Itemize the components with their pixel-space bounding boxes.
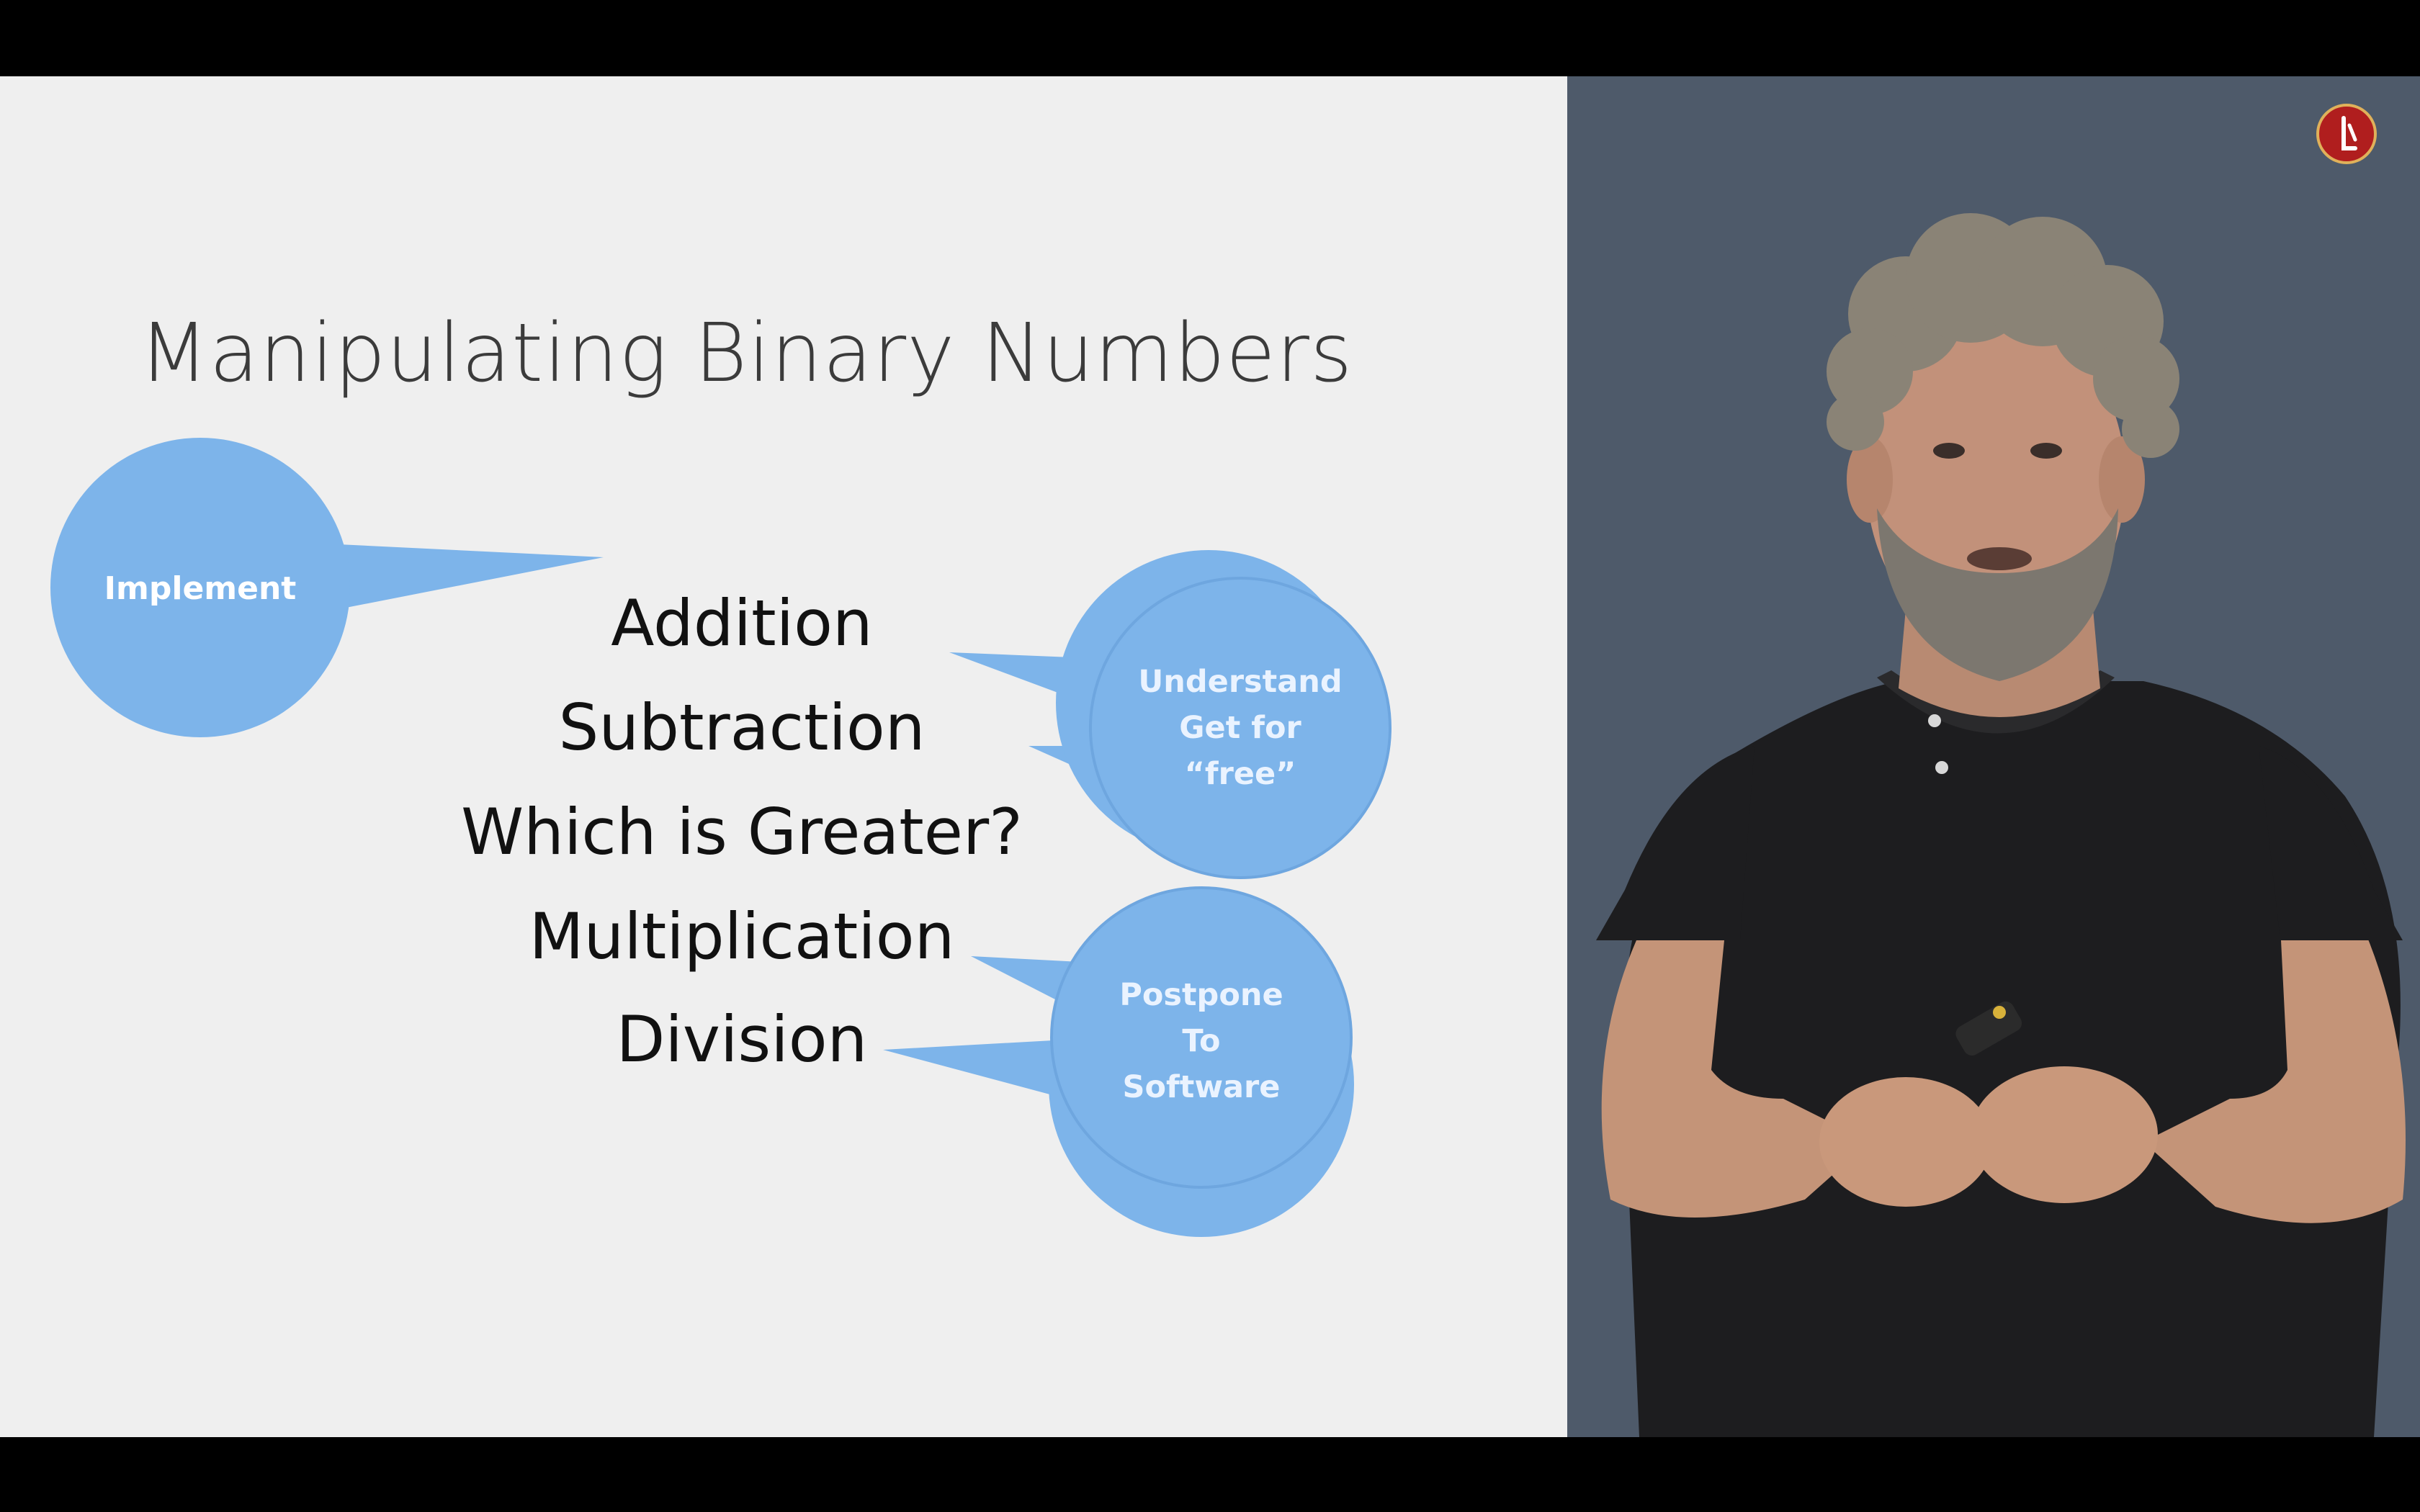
speaker-hand-left — [1819, 1077, 1992, 1207]
video-frame[interactable]: Manipulating Binary Numbers Implement Un… — [0, 76, 2420, 1437]
channel-logo-icon — [2316, 104, 2377, 164]
speaker-mouth — [1967, 547, 2032, 570]
letterbox-top — [0, 0, 2420, 76]
speaker-clicker-light — [1993, 1006, 2006, 1019]
slide-diagram: Implement Understand Get for “free” Post… — [50, 438, 1392, 1237]
postpone-bubble-line-1: Postpone — [1119, 977, 1283, 1013]
lecture-slide: Manipulating Binary Numbers Implement Un… — [0, 76, 1567, 1437]
postpone-bubble-line-2: To — [1182, 1023, 1220, 1059]
speaker-sleeve-right — [2259, 746, 2403, 940]
speaker-shirt-button-1 — [1928, 714, 1941, 727]
speaker-eye-left — [1933, 443, 1965, 459]
operation-division: Division — [617, 1002, 868, 1076]
speaker-eye-right — [2030, 443, 2062, 459]
speaker-figure — [1596, 213, 2406, 1437]
speaker-sleeve-left — [1596, 746, 1754, 940]
implement-bubble: Implement — [50, 438, 604, 737]
speaker-video-panel — [1567, 76, 2420, 1437]
speaker-shirt-button-2 — [1935, 761, 1948, 774]
speaker-hand-right — [1971, 1066, 2158, 1203]
operation-addition: Addition — [611, 586, 872, 660]
understand-bubble-line-2: Get for — [1179, 710, 1301, 746]
understand-bubble-line-1: Understand — [1138, 664, 1342, 700]
letterbox-bottom — [0, 1437, 2420, 1512]
operation-which-is-greater: Which is Greater? — [461, 795, 1023, 869]
operation-multiplication: Multiplication — [529, 899, 955, 973]
implement-bubble-label: Implement — [104, 570, 297, 607]
operation-subtraction: Subtraction — [558, 690, 925, 765]
implement-bubble-tail — [339, 544, 604, 609]
postpone-bubble-tail-division — [883, 1040, 1066, 1099]
understand-bubble-line-3: “free” — [1185, 756, 1296, 792]
postpone-bubble-line-3: Software — [1123, 1069, 1281, 1105]
